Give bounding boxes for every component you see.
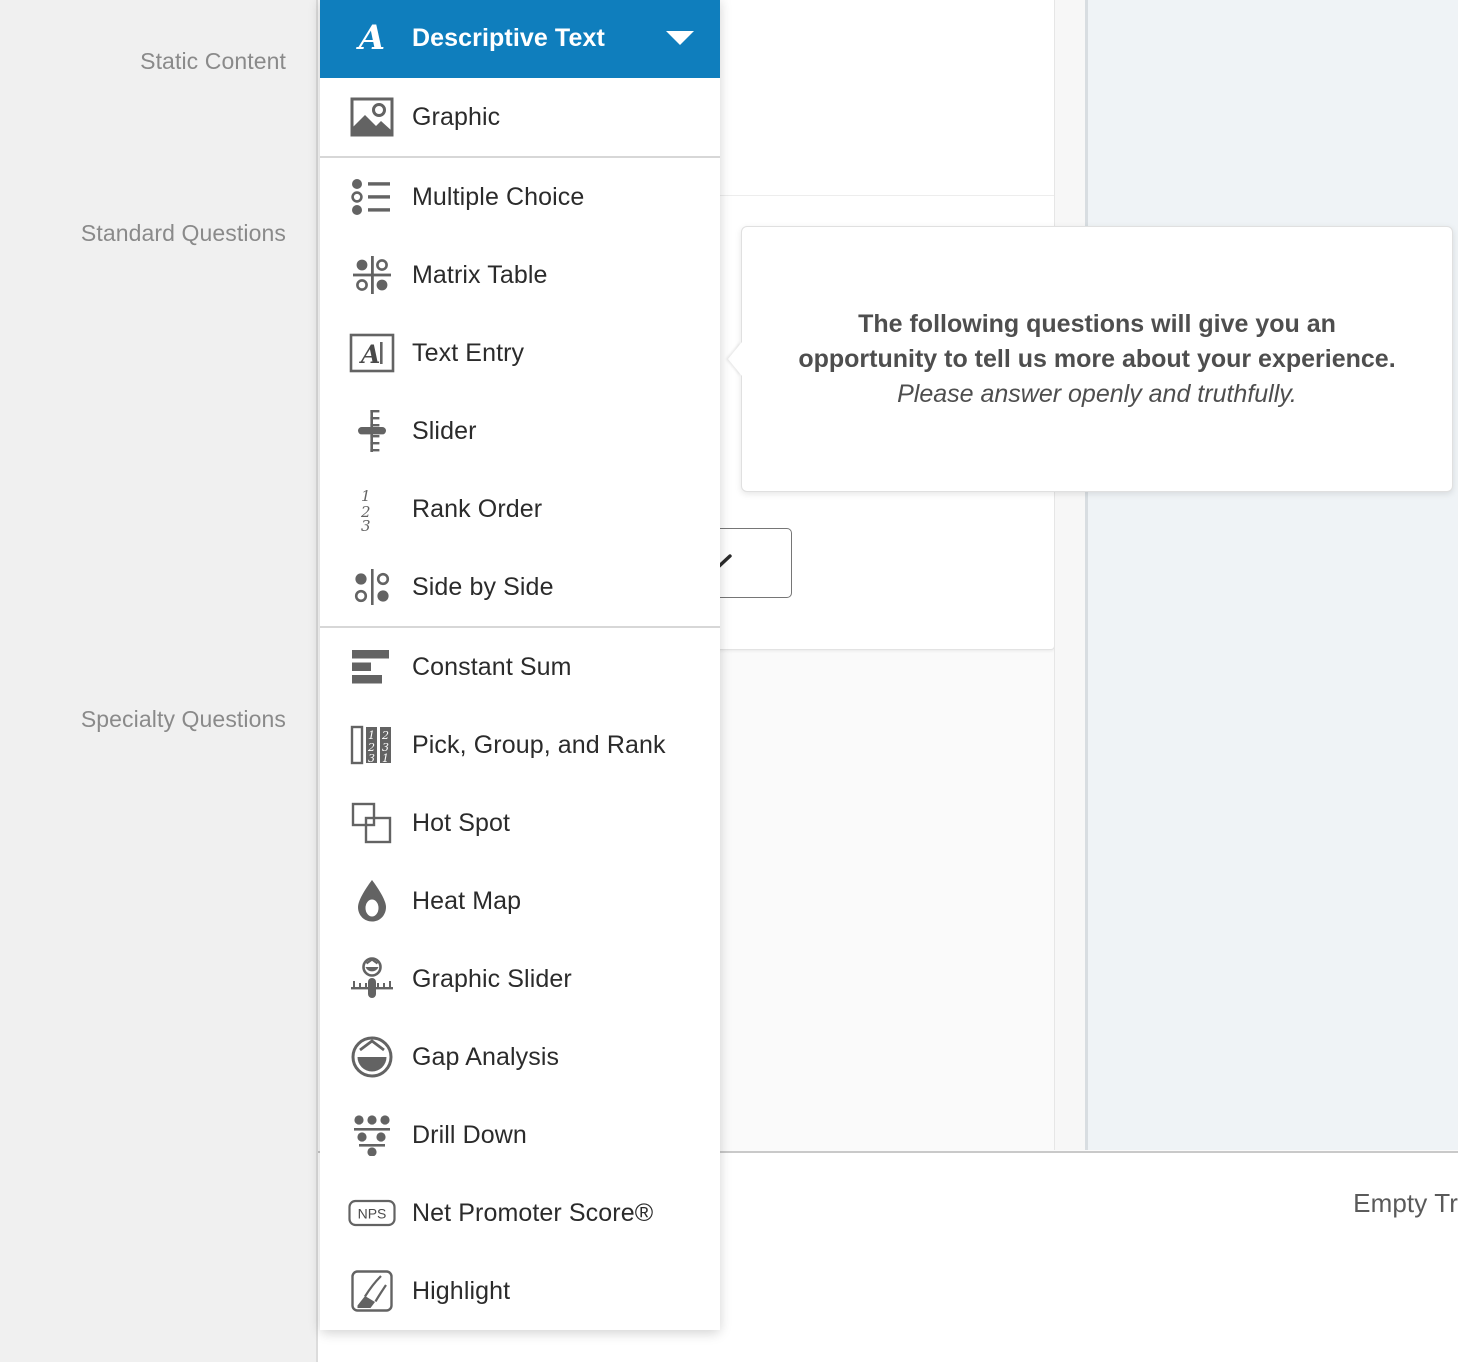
menu-item-label: Hot Spot <box>412 808 511 837</box>
gap-analysis-icon <box>348 1033 396 1081</box>
menu-item-graphic-slider[interactable]: Graphic Slider <box>320 940 720 1018</box>
menu-item-label: Graphic Slider <box>412 964 572 993</box>
menu-item-drill-down[interactable]: Drill Down <box>320 1096 720 1174</box>
rail-label-specialty-questions: Specialty Questions <box>80 706 286 732</box>
callout-bold-line: The following questions will give you an… <box>798 309 1396 373</box>
svg-text:A: A <box>359 340 380 369</box>
pick-group-rank-icon: 1 2 3 2 3 1 <box>348 721 396 769</box>
menu-item-multiple-choice[interactable]: Multiple Choice <box>320 158 720 236</box>
menu-item-label: Graphic <box>412 102 501 131</box>
menu-item-label: Side by Side <box>412 572 554 601</box>
svg-text:1: 1 <box>382 752 389 765</box>
panel-gutter <box>1054 0 1086 1150</box>
side-by-side-icon <box>348 563 396 611</box>
menu-group-specialty-questions: Constant Sum 1 2 3 2 3 1 Pick, Group, an… <box>320 626 720 1330</box>
menu-item-side-by-side[interactable]: Side by Side <box>320 548 720 626</box>
menu-item-graphic[interactable]: Graphic <box>320 78 720 156</box>
svg-text:3: 3 <box>361 517 371 532</box>
text-entry-icon: A <box>348 329 396 377</box>
highlight-icon <box>348 1267 396 1315</box>
menu-item-heat-map[interactable]: Heat Map <box>320 862 720 940</box>
menu-group-static-content: Graphic <box>320 78 720 156</box>
image-icon <box>348 93 396 141</box>
slider-icon <box>348 407 396 455</box>
callout-text: The following questions will give you an… <box>787 307 1407 412</box>
menu-item-label: Multiple Choice <box>412 182 585 211</box>
menu-item-label: Text Entry <box>412 338 525 367</box>
menu-item-pick-group-and-rank[interactable]: 1 2 3 2 3 1 Pick, Group, and Rank <box>320 706 720 784</box>
question-preview-callout: The following questions will give you an… <box>728 226 1453 492</box>
menu-item-label: Rank Order <box>412 494 543 523</box>
svg-text:3: 3 <box>368 752 375 765</box>
menu-item-label: Drill Down <box>412 1120 527 1149</box>
caret-down-icon[interactable] <box>666 31 694 45</box>
menu-item-label: Matrix Table <box>412 260 548 289</box>
menu-item-label: Pick, Group, and Rank <box>412 730 666 759</box>
empty-trash-label[interactable]: Empty Tr <box>1353 1188 1458 1219</box>
menu-item-label: Net Promoter Score® <box>412 1198 654 1227</box>
menu-item-text-entry[interactable]: A Text Entry <box>320 314 720 392</box>
category-rail: Static Content Standard Questions Specia… <box>0 0 318 1362</box>
question-type-menu[interactable]: A Descriptive Text Graphic Multiple Choi… <box>320 0 720 1330</box>
menu-header-label: Descriptive Text <box>412 23 605 52</box>
menu-item-rank-order[interactable]: 1 2 3 Rank Order <box>320 470 720 548</box>
menu-item-net-promoter-score[interactable]: NPS Net Promoter Score® <box>320 1174 720 1252</box>
menu-item-constant-sum[interactable]: Constant Sum <box>320 628 720 706</box>
menu-item-label: Highlight <box>412 1276 511 1305</box>
app-root: Empty Tr Static Content Standard Questio… <box>0 0 1458 1362</box>
matrix-table-icon <box>348 251 396 299</box>
nps-icon: NPS <box>348 1189 396 1237</box>
svg-text:NPS: NPS <box>358 1206 387 1222</box>
drill-down-icon <box>348 1111 396 1159</box>
menu-item-label: Gap Analysis <box>412 1042 560 1071</box>
heat-map-icon <box>348 877 396 925</box>
multiple-choice-icon <box>348 173 396 221</box>
callout-arrow-icon <box>728 342 742 376</box>
menu-item-gap-analysis[interactable]: Gap Analysis <box>320 1018 720 1096</box>
menu-item-highlight[interactable]: Highlight <box>320 1252 720 1330</box>
menu-header-selected-type[interactable]: A Descriptive Text <box>320 0 720 78</box>
serif-a-icon: A <box>358 18 386 58</box>
rank-order-icon: 1 2 3 <box>348 485 396 533</box>
menu-item-slider[interactable]: Slider <box>320 392 720 470</box>
hot-spot-icon <box>348 799 396 847</box>
menu-item-hot-spot[interactable]: Hot Spot <box>320 784 720 862</box>
graphic-slider-icon <box>348 955 396 1003</box>
right-side-panel <box>1086 0 1458 1150</box>
menu-item-label: Constant Sum <box>412 652 572 681</box>
rail-label-standard-questions: Standard Questions <box>80 220 286 246</box>
constant-sum-icon <box>348 643 396 691</box>
menu-item-label: Slider <box>412 416 477 445</box>
menu-group-standard-questions: Multiple Choice Matrix Table A Text Entr… <box>320 156 720 626</box>
rail-label-static-content: Static Content <box>140 48 286 74</box>
menu-item-label: Heat Map <box>412 886 522 915</box>
menu-item-matrix-table[interactable]: Matrix Table <box>320 236 720 314</box>
callout-italic-line: Please answer openly and truthfully. <box>897 379 1297 408</box>
